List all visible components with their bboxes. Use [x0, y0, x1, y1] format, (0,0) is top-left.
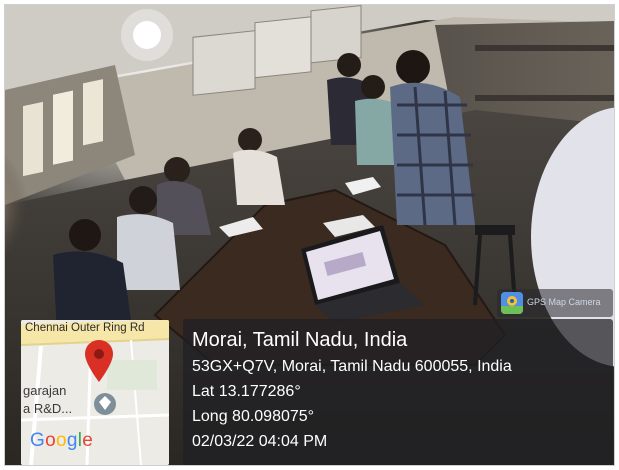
address: 53GX+Q7V, Morai, Tamil Nadu 600055, Indi…	[192, 358, 512, 375]
map-thumbnail[interactable]: Chennai Outer Ring Rd garajan a R&D... G…	[21, 320, 169, 465]
google-logo-text: Google	[30, 430, 94, 451]
place-name: Morai, Tamil Nadu, India	[192, 329, 408, 351]
app-badge: GPS Map Camera	[497, 289, 613, 317]
map-place-label: garajan a R&D...	[23, 383, 73, 416]
map-road-label: Chennai Outer Ring Rd	[25, 322, 145, 334]
latitude: Lat 13.177286°	[192, 383, 301, 400]
map-pin-icon	[85, 340, 113, 382]
datetime: 02/03/22 04:04 PM	[192, 433, 328, 450]
google-logo: Google	[30, 430, 93, 452]
map-pin-icon	[501, 292, 523, 314]
app-badge-label: GPS Map Camera	[527, 297, 601, 307]
location-info-panel: Morai, Tamil Nadu, India 53GX+Q7V, Morai…	[183, 319, 613, 465]
longitude: Long 80.098075°	[192, 408, 315, 425]
photo-frame: GPS Map Camera Chennai Outer Ring Rd gar…	[4, 4, 615, 466]
